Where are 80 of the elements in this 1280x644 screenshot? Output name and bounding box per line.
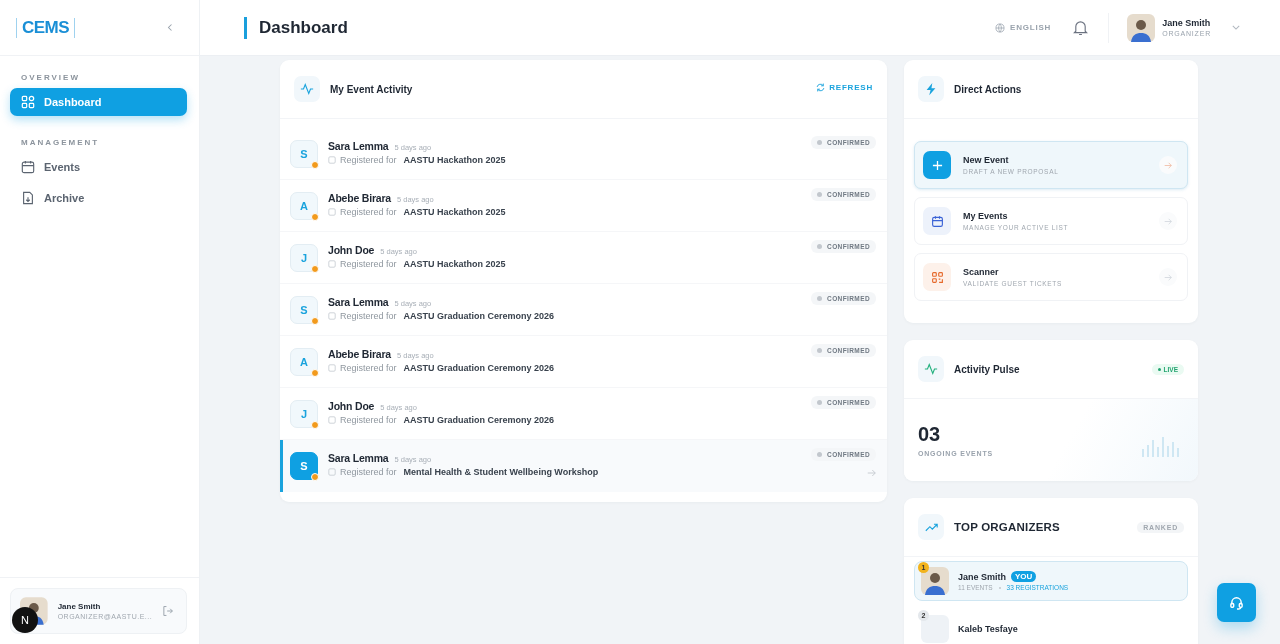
page-title: Dashboard (244, 16, 348, 39)
trend-up-icon (918, 514, 944, 540)
refresh-icon (816, 83, 826, 92)
organizer-name: Kaleb Tesfaye (958, 624, 1018, 634)
pulse-icon (918, 356, 944, 382)
attendee-name: Abebe Birara (328, 348, 391, 360)
you-tag: YOU (1011, 571, 1037, 582)
card-title: My Event Activity (330, 83, 414, 95)
event-name: AASTU Hackathon 2025 (403, 155, 506, 165)
nav-section-title: OVERVIEW (20, 72, 81, 84)
card-title: Direct Actions (954, 83, 1023, 95)
headset-icon (1229, 595, 1244, 610)
registration-label: Registered for (340, 207, 397, 217)
bars-drawing (1142, 437, 1180, 457)
registration-label: Registered for (340, 259, 397, 269)
notification-bell-icon[interactable] (1073, 19, 1089, 36)
calendar-icon (923, 207, 951, 235)
calendar-icon (21, 160, 35, 174)
event-name: AASTU Graduation Ceremony 2026 (403, 363, 555, 373)
nav-item[interactable]: Events (10, 153, 187, 181)
ticket-icon (328, 312, 336, 320)
arrow-right-icon (1159, 212, 1177, 230)
attendee-name: Sara Lemma (328, 452, 389, 464)
initial-avatar: J (290, 244, 318, 272)
user-name: Jane Smith (57, 602, 102, 611)
chevron-down-icon (1232, 25, 1240, 30)
avatar-silhouette (921, 615, 949, 643)
attendee-name: John Doe (328, 400, 375, 412)
registration-label: Registered for (340, 467, 397, 477)
event-name: AASTU Hackathon 2025 (403, 207, 506, 217)
user-name: Jane Smith (1162, 18, 1211, 28)
event-name: AASTU Hackathon 2025 (403, 259, 506, 269)
arrow-right-icon (1159, 268, 1177, 286)
globe-icon (995, 22, 1005, 33)
action-title: Scanner (963, 267, 1000, 277)
ticket-icon (328, 156, 336, 164)
action-title: My Events (963, 211, 1009, 221)
registration-label: Registered for (340, 363, 397, 373)
arrow-right-icon (1159, 156, 1177, 174)
ongoing-count: 03 (918, 423, 942, 446)
organizer-name: Jane Smith (958, 571, 1006, 582)
nav-section-title: MANAGEMENT (20, 137, 101, 149)
attendee-name: Abebe Birara (328, 192, 391, 204)
plus-icon (923, 151, 951, 179)
nav-item[interactable]: Archive (10, 184, 187, 212)
cems-logo[interactable]: CEMS (16, 17, 76, 38)
event-name: Mental Health & Student Wellbeing Workshop (403, 467, 599, 477)
pulse-icon (294, 76, 320, 102)
initial-avatar: J (290, 400, 318, 428)
ticket-icon (328, 208, 336, 216)
ticket-icon (328, 260, 336, 268)
registration-label: Registered for (340, 311, 397, 321)
event-name: AASTU Graduation Ceremony 2026 (403, 311, 555, 321)
qr-code-icon (923, 263, 951, 291)
ticket-icon (328, 364, 336, 372)
arrow-right-icon (867, 469, 876, 477)
event-name: AASTU Graduation Ceremony 2026 (403, 415, 555, 425)
initial-avatar: S (290, 296, 318, 324)
attendee-name: John Doe (328, 244, 375, 256)
collapse-chevron-icon[interactable] (167, 23, 173, 32)
support-headset-button[interactable] (1217, 583, 1256, 622)
registration-label: Registered for (340, 155, 397, 165)
initial-avatar: A (290, 348, 318, 376)
attendee-name: Sara Lemma (328, 140, 389, 152)
action-title: New Event (963, 155, 1010, 165)
card-title: TOP ORGANIZERS (954, 521, 1061, 533)
ticket-icon (328, 468, 336, 476)
grid-icon (21, 95, 35, 109)
initial-avatar: S (290, 140, 318, 168)
file-icon (21, 191, 35, 205)
card-title: Activity Pulse (954, 363, 1021, 375)
attendee-name: Sara Lemma (328, 296, 389, 308)
initial-avatar: A (290, 192, 318, 220)
lightning-icon (918, 76, 944, 102)
avatar-silhouette (921, 567, 949, 595)
registration-label: Registered for (340, 415, 397, 425)
ticket-icon (328, 416, 336, 424)
avatar-silhouette (1127, 13, 1156, 42)
initial-avatar: S (290, 452, 318, 480)
logout-icon[interactable] (162, 605, 174, 617)
